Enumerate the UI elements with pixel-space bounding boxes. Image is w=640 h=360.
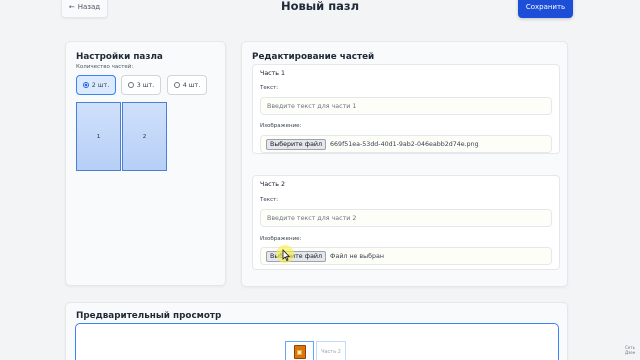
editing-title: Редактирование частей (252, 52, 375, 62)
part-2-text-input[interactable]: Введите текст для части 2 (260, 209, 552, 227)
choose-file-button[interactable]: Выберите файл (266, 250, 327, 262)
puzzle-image-thumbnail-icon: ▣ (293, 345, 306, 359)
option-2-pieces[interactable]: 2 шт. (76, 75, 116, 95)
option-4-pieces[interactable]: 4 шт. (167, 75, 207, 95)
part-title: Часть 1 (260, 70, 286, 77)
part-card-1: Часть 1 Текст: Введите текст для части 1… (252, 64, 560, 154)
top-bar: ← Назад Новый пазл Сохранить (0, 0, 640, 22)
save-button[interactable]: Сохранить (518, 0, 573, 18)
choose-file-button[interactable]: Выберите файл (266, 138, 327, 150)
watermark: Сеть Дзен (625, 345, 636, 355)
image-label: Изображение: (260, 236, 302, 242)
part-title: Часть 2 (260, 181, 286, 188)
preview-piece-2: Часть 2 (316, 341, 346, 360)
option-label: 4 шт. (182, 81, 201, 89)
part-2-file-input[interactable]: Выберите файл Файл не выбран (260, 247, 552, 265)
puzzle-settings-panel: Настройки пазла Количество частей: 2 шт.… (65, 41, 226, 286)
option-label: 2 шт. (91, 81, 110, 89)
mouse-pointer-icon (282, 249, 290, 261)
puzzle-piece-2[interactable]: 2 (122, 102, 167, 171)
preview-piece-1: ▣ (285, 341, 314, 360)
option-3-pieces[interactable]: 3 шт. (121, 75, 161, 95)
file-name: Файл не выбран (330, 252, 384, 260)
part-1-file-input[interactable]: Выберите файл 669f51ea-53dd-40d1-9ab2-04… (260, 135, 552, 153)
radio-icon (82, 82, 89, 88)
puzzle-piece-1[interactable]: 1 (76, 102, 121, 171)
file-name: 669f51ea-53dd-40d1-9ab2-046eabb2d74e.png (330, 140, 479, 148)
text-label: Текст: (260, 197, 279, 203)
option-label: 3 шт. (136, 81, 155, 89)
preview-title: Предварительный просмотр (76, 311, 222, 321)
text-label: Текст: (260, 85, 279, 91)
pieces-count-label: Количество частей: (76, 64, 134, 70)
settings-title: Настройки пазла (76, 52, 163, 62)
part-card-2: Часть 2 Текст: Введите текст для части 2… (252, 175, 560, 270)
radio-icon (173, 82, 180, 88)
image-label: Изображение: (260, 123, 302, 129)
part-1-text-input[interactable]: Введите текст для части 1 (260, 97, 552, 115)
radio-icon (127, 82, 134, 88)
